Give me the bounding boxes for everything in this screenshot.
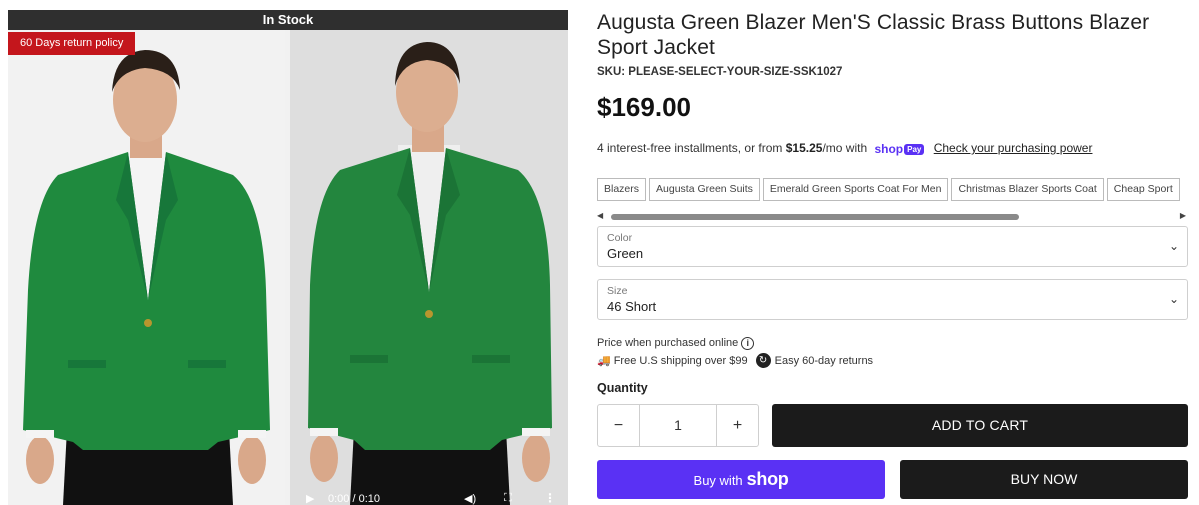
product-info: Augusta Green Blazer Men'S Classic Brass… — [597, 10, 1189, 499]
tag-item[interactable]: Blazers — [597, 178, 647, 201]
tag-scrollbar[interactable]: ◀ ▶ — [597, 211, 1188, 222]
perks-row: 🚚 Free U.S shipping over $99 ↻ Easy 60-day … — [597, 353, 873, 368]
returns-perk: Easy 60-day returns — [774, 354, 874, 367]
installments-suffix: /mo with — [822, 141, 868, 155]
product-sku: SKU: PLEASE-SELECT-YOUR-SIZE-SSK1027 — [597, 66, 843, 78]
tag-item[interactable]: Emerald Green Sports Coat For Men — [762, 178, 949, 201]
scroll-right-icon[interactable]: ▶ — [1180, 211, 1186, 220]
price-online-text: Price when purchased online — [597, 337, 739, 349]
model-illustration-video — [308, 42, 552, 505]
color-select[interactable]: Color Green ⌄ — [597, 226, 1188, 267]
increase-quantity-button[interactable]: + — [716, 405, 758, 446]
video-controls: ▶ 0:00 / 0:10 ◀) ⛶ ⋮ — [290, 489, 568, 505]
shop-logo-text: shop — [874, 141, 904, 156]
fullscreen-icon[interactable]: ⛶ — [504, 492, 512, 505]
video-time: 0:00 / 0:10 — [328, 493, 380, 505]
product-image-front[interactable] — [8, 30, 285, 505]
return-icon: ↻ — [755, 353, 771, 368]
scroll-left-icon[interactable]: ◀ — [597, 211, 603, 220]
buy-with-shop-button[interactable]: Buy with shop — [597, 460, 885, 499]
truck-icon: 🚚 — [597, 355, 611, 367]
installments-prefix: 4 interest-free installments, or from — [597, 141, 786, 155]
product-gallery: In Stock 60 Days return policy ▶ 0:00 / … — [8, 10, 568, 505]
model-illustration — [23, 50, 270, 505]
installments-amount: $15.25 — [785, 141, 823, 155]
size-select-value: 46 Short — [607, 299, 657, 314]
more-options-icon[interactable]: ⋮ — [544, 491, 556, 505]
shop-wordmark: shop — [746, 469, 789, 489]
price-online-note: Price when purchased online i — [597, 337, 755, 350]
product-title: Augusta Green Blazer Men'S Classic Brass… — [597, 11, 1150, 59]
info-icon[interactable]: i — [741, 337, 755, 350]
product-video[interactable]: ▶ 0:00 / 0:10 ◀) ⛶ ⋮ — [290, 30, 568, 505]
product-price: $169.00 — [597, 92, 691, 122]
add-to-cart-button[interactable]: ADD TO CART — [772, 404, 1188, 447]
quantity-label: Quantity — [597, 381, 648, 395]
chevron-down-icon: ⌄ — [1168, 292, 1179, 306]
quantity-input[interactable]: 1 — [640, 405, 716, 446]
pay-pill: Pay — [904, 144, 925, 156]
quantity-stepper: − 1 + — [597, 404, 759, 447]
shipping-perk: Free U.S shipping over $99 — [613, 354, 748, 367]
size-select[interactable]: Size 46 Short ⌄ — [597, 279, 1188, 320]
stock-status-bar: In Stock — [8, 10, 568, 30]
scrollbar-thumb[interactable] — [611, 214, 1019, 220]
buy-now-button[interactable]: BUY NOW — [900, 460, 1188, 499]
tag-item[interactable]: Augusta Green Suits — [649, 178, 760, 201]
check-purchasing-power-link[interactable]: Check your purchasing power — [934, 141, 1093, 155]
tag-item[interactable]: Christmas Blazer Sports Coat — [951, 178, 1104, 201]
tag-item[interactable]: Cheap Sport — [1106, 178, 1180, 201]
color-select-label: Color — [607, 232, 633, 244]
decrease-quantity-button[interactable]: − — [598, 405, 640, 446]
size-select-label: Size — [607, 285, 628, 297]
volume-icon[interactable]: ◀) — [464, 492, 476, 505]
play-icon[interactable]: ▶ — [306, 492, 314, 505]
tag-list: Blazers Augusta Green Suits Emerald Green … — [597, 178, 1188, 201]
return-policy-badge: 60 Days return policy — [8, 32, 136, 55]
installments-info: 4 interest-free installments, or from $1… — [597, 141, 1092, 156]
chevron-down-icon: ⌄ — [1168, 239, 1179, 253]
buy-with-label: Buy with — [693, 473, 743, 488]
color-select-value: Green — [607, 246, 644, 261]
shop-pay-logo: shop Pay — [874, 141, 925, 156]
